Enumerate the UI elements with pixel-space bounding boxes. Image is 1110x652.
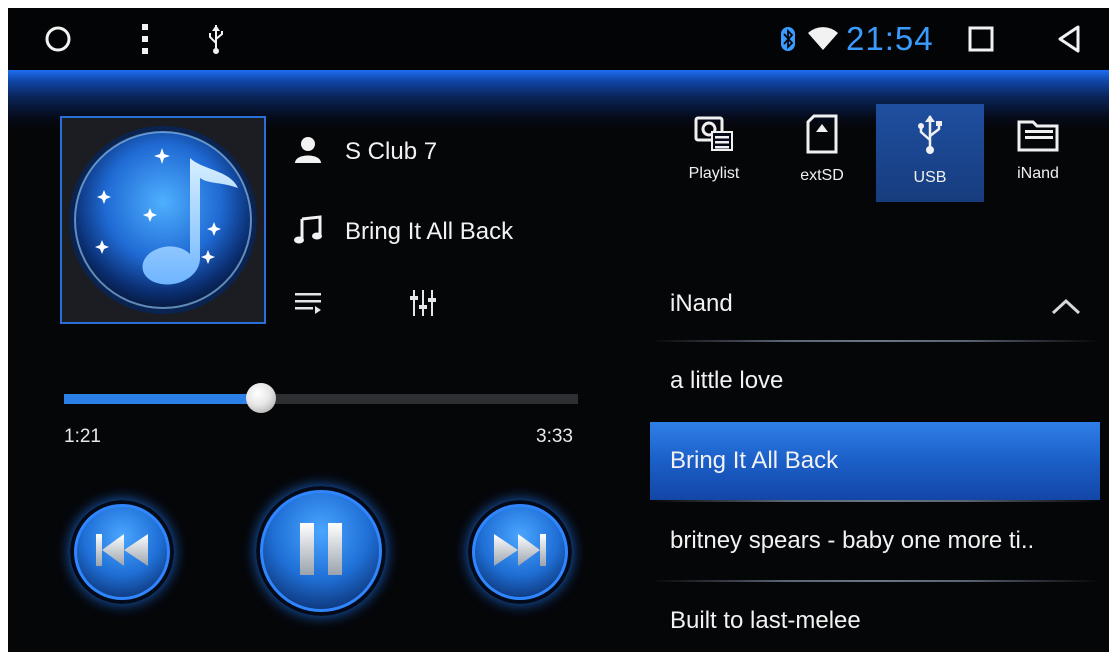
list-item-selected[interactable]: Bring It All Back — [650, 422, 1100, 500]
next-track-button[interactable] — [468, 500, 572, 604]
equalizer-button[interactable] — [408, 285, 438, 325]
square-recents-icon[interactable] — [964, 22, 998, 56]
track-label: britney spears - baby one more ti.. — [670, 527, 1035, 554]
source-tab-usb[interactable]: USB — [876, 104, 984, 202]
list-item[interactable]: a little love — [650, 342, 1100, 420]
source-label: extSD — [800, 167, 844, 184]
bluetooth-icon — [778, 22, 798, 56]
music-note-icon — [293, 214, 323, 250]
previous-track-button[interactable] — [70, 500, 174, 604]
triangle-back-icon[interactable] — [1052, 22, 1086, 56]
usb-icon — [915, 114, 945, 161]
pause-button[interactable] — [256, 486, 386, 616]
playlist-icon — [694, 116, 734, 157]
clock-time: 21:54 — [846, 20, 934, 57]
usb-icon — [204, 22, 228, 56]
artist-icon — [293, 135, 323, 170]
music-player-screen: 21:54 S Club 7 Bring It All Back 1:21 3:… — [8, 8, 1109, 652]
sd-card-icon — [805, 114, 839, 159]
source-label: iNand — [1017, 165, 1059, 182]
source-label: USB — [913, 169, 947, 186]
queue-list-icon — [293, 288, 323, 323]
equalizer-icon — [408, 288, 438, 323]
track-title: Bring It All Back — [345, 218, 514, 245]
progress-bar[interactable] — [64, 383, 578, 413]
next-icon — [492, 530, 548, 575]
list-item[interactable]: Built to last-melee — [650, 582, 1100, 652]
elapsed-time: 1:21 — [64, 426, 101, 447]
previous-icon — [94, 530, 150, 575]
source-tab-playlist[interactable]: Playlist — [660, 104, 768, 202]
artist-name: S Club 7 — [345, 138, 438, 165]
total-duration: 3:33 — [536, 426, 573, 447]
source-tab-extsd[interactable]: extSD — [768, 104, 876, 202]
source-label: Playlist — [688, 165, 740, 182]
progress-fill — [64, 394, 262, 404]
more-vertical-icon[interactable] — [130, 22, 160, 56]
source-tab-inand[interactable]: iNand — [984, 104, 1092, 202]
folder-name: iNand — [670, 290, 733, 317]
album-art — [60, 116, 266, 324]
track-label: a little love — [670, 367, 784, 394]
title-row: Bring It All Back — [293, 212, 513, 252]
progress-thumb[interactable] — [246, 383, 277, 413]
status-bar: 21:54 — [8, 8, 1109, 70]
list-item[interactable]: britney spears - baby one more ti.. — [650, 502, 1100, 580]
folder-icon — [1017, 118, 1059, 157]
track-label: Bring It All Back — [670, 447, 839, 474]
track-label: Built to last-melee — [670, 607, 861, 634]
wifi-icon — [806, 22, 840, 56]
playlist-toggle-button[interactable] — [293, 285, 323, 325]
artist-row: S Club 7 — [293, 132, 437, 172]
folder-header[interactable]: iNand — [650, 276, 1100, 340]
chevron-up-icon[interactable] — [1050, 296, 1082, 321]
pause-icon — [296, 519, 346, 584]
circle-home-icon[interactable] — [40, 22, 76, 56]
